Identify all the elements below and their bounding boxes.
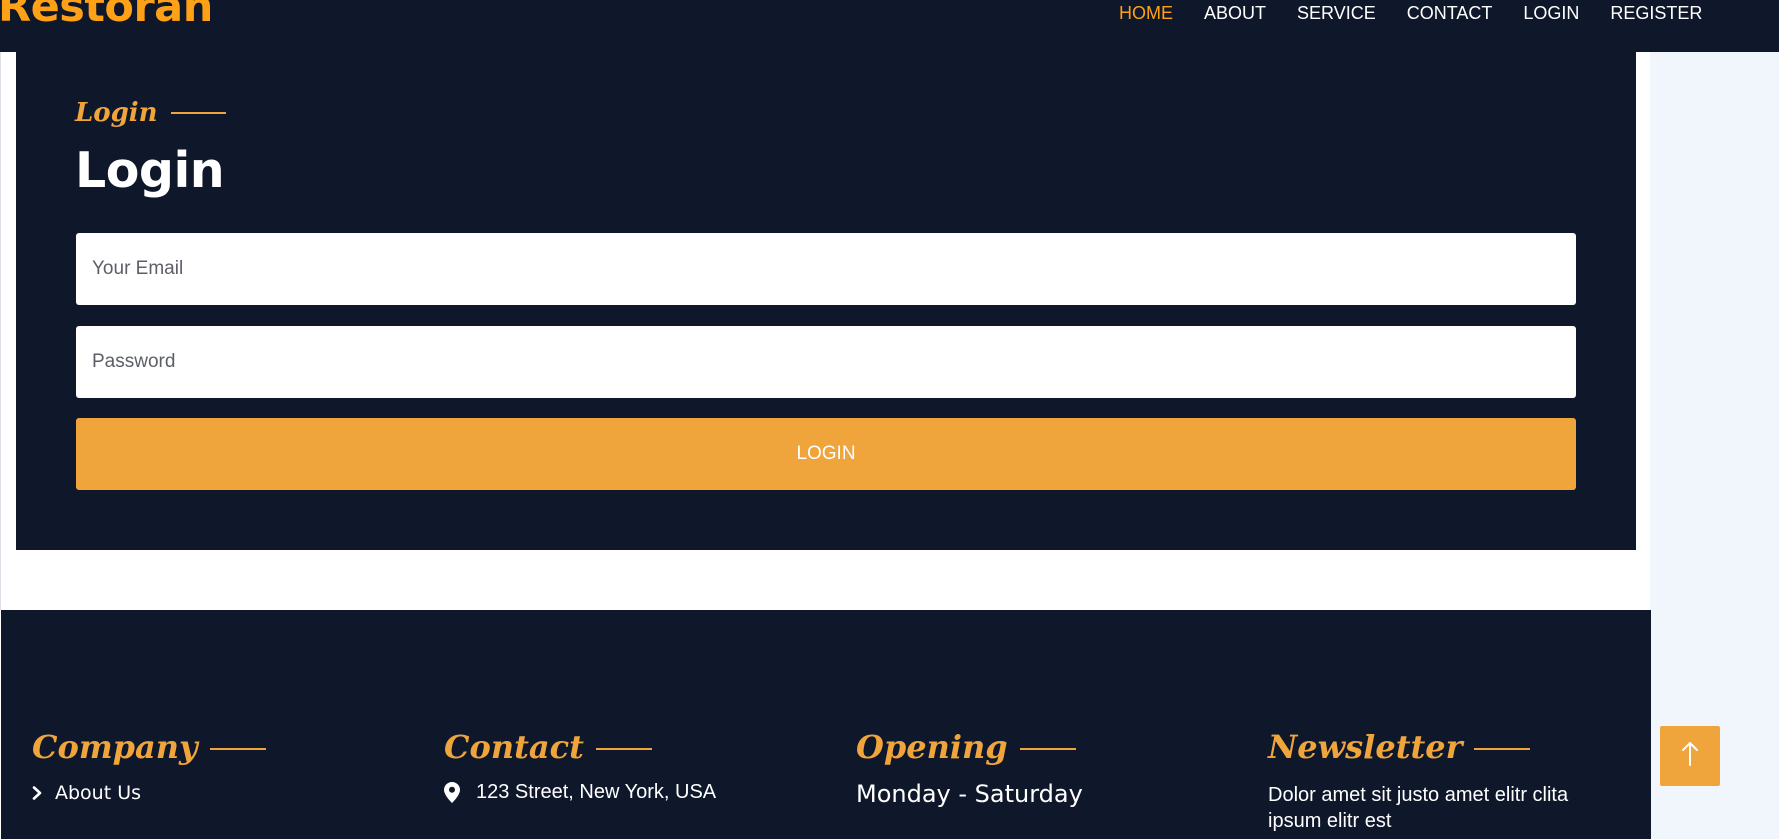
- section-subtitle-text: Login: [75, 98, 158, 128]
- footer: Company About Us Contact 123 Street, New…: [1, 610, 1651, 839]
- footer-heading-text: Company: [32, 728, 198, 766]
- chevron-right-icon: [32, 786, 43, 800]
- contact-address: 123 Street, New York, USA: [444, 781, 716, 804]
- footer-heading-opening: Opening: [856, 728, 1076, 766]
- back-to-top-button[interactable]: [1660, 726, 1720, 786]
- brand-logo[interactable]: Restoran: [0, 0, 213, 29]
- left-border: [0, 52, 1, 610]
- section-subtitle: Login: [75, 98, 226, 128]
- nav-menu: HOME ABOUT SERVICE CONTACT LOGIN REGISTE…: [1119, 0, 1733, 26]
- heading-divider: [1019, 748, 1076, 750]
- page: Restoran HOME ABOUT SERVICE CONTACT LOGI…: [0, 0, 1779, 839]
- footer-newsletter: Newsletter Dolor amet sit justo amet eli…: [1268, 728, 1568, 832]
- navbar: Restoran HOME ABOUT SERVICE CONTACT LOGI…: [0, 0, 1779, 52]
- nav-contact[interactable]: CONTACT: [1407, 3, 1493, 24]
- heading-divider: [1474, 748, 1531, 750]
- newsletter-description: Dolor amet sit justo amet elitr clita ip…: [1268, 784, 1569, 832]
- heading-divider: [595, 748, 652, 750]
- footer-heading-company: Company: [32, 728, 266, 766]
- nav-home[interactable]: HOME: [1119, 3, 1173, 24]
- footer-link-about-us[interactable]: About Us: [32, 782, 141, 804]
- contact-address-text: 123 Street, New York, USA: [476, 781, 717, 803]
- password-field[interactable]: [76, 326, 1576, 398]
- login-button[interactable]: LOGIN: [76, 418, 1576, 490]
- email-field[interactable]: [76, 233, 1576, 305]
- login-section: Login Login LOGIN: [16, 52, 1636, 550]
- opening-days: Monday - Saturday: [856, 780, 1083, 808]
- map-pin-icon: [444, 782, 460, 803]
- nav-service[interactable]: SERVICE: [1297, 3, 1376, 24]
- nav-register[interactable]: REGISTER: [1610, 3, 1702, 24]
- subtitle-divider: [170, 112, 226, 114]
- footer-opening: Opening Monday - Saturday: [856, 728, 1083, 808]
- footer-company: Company About Us: [32, 728, 266, 804]
- footer-heading-newsletter: Newsletter: [1268, 728, 1531, 766]
- footer-heading-text: Newsletter: [1268, 728, 1463, 766]
- side-background: [1650, 0, 1779, 839]
- page-title: Login: [75, 142, 225, 199]
- heading-divider: [209, 748, 266, 750]
- nav-login[interactable]: LOGIN: [1523, 3, 1579, 24]
- footer-heading-contact: Contact: [444, 728, 652, 766]
- footer-contact: Contact 123 Street, New York, USA: [444, 728, 716, 803]
- nav-about[interactable]: ABOUT: [1204, 3, 1266, 24]
- arrow-up-icon: [1681, 741, 1699, 772]
- footer-link-label: About Us: [55, 782, 142, 804]
- footer-heading-text: Contact: [444, 728, 584, 766]
- footer-heading-text: Opening: [856, 728, 1008, 766]
